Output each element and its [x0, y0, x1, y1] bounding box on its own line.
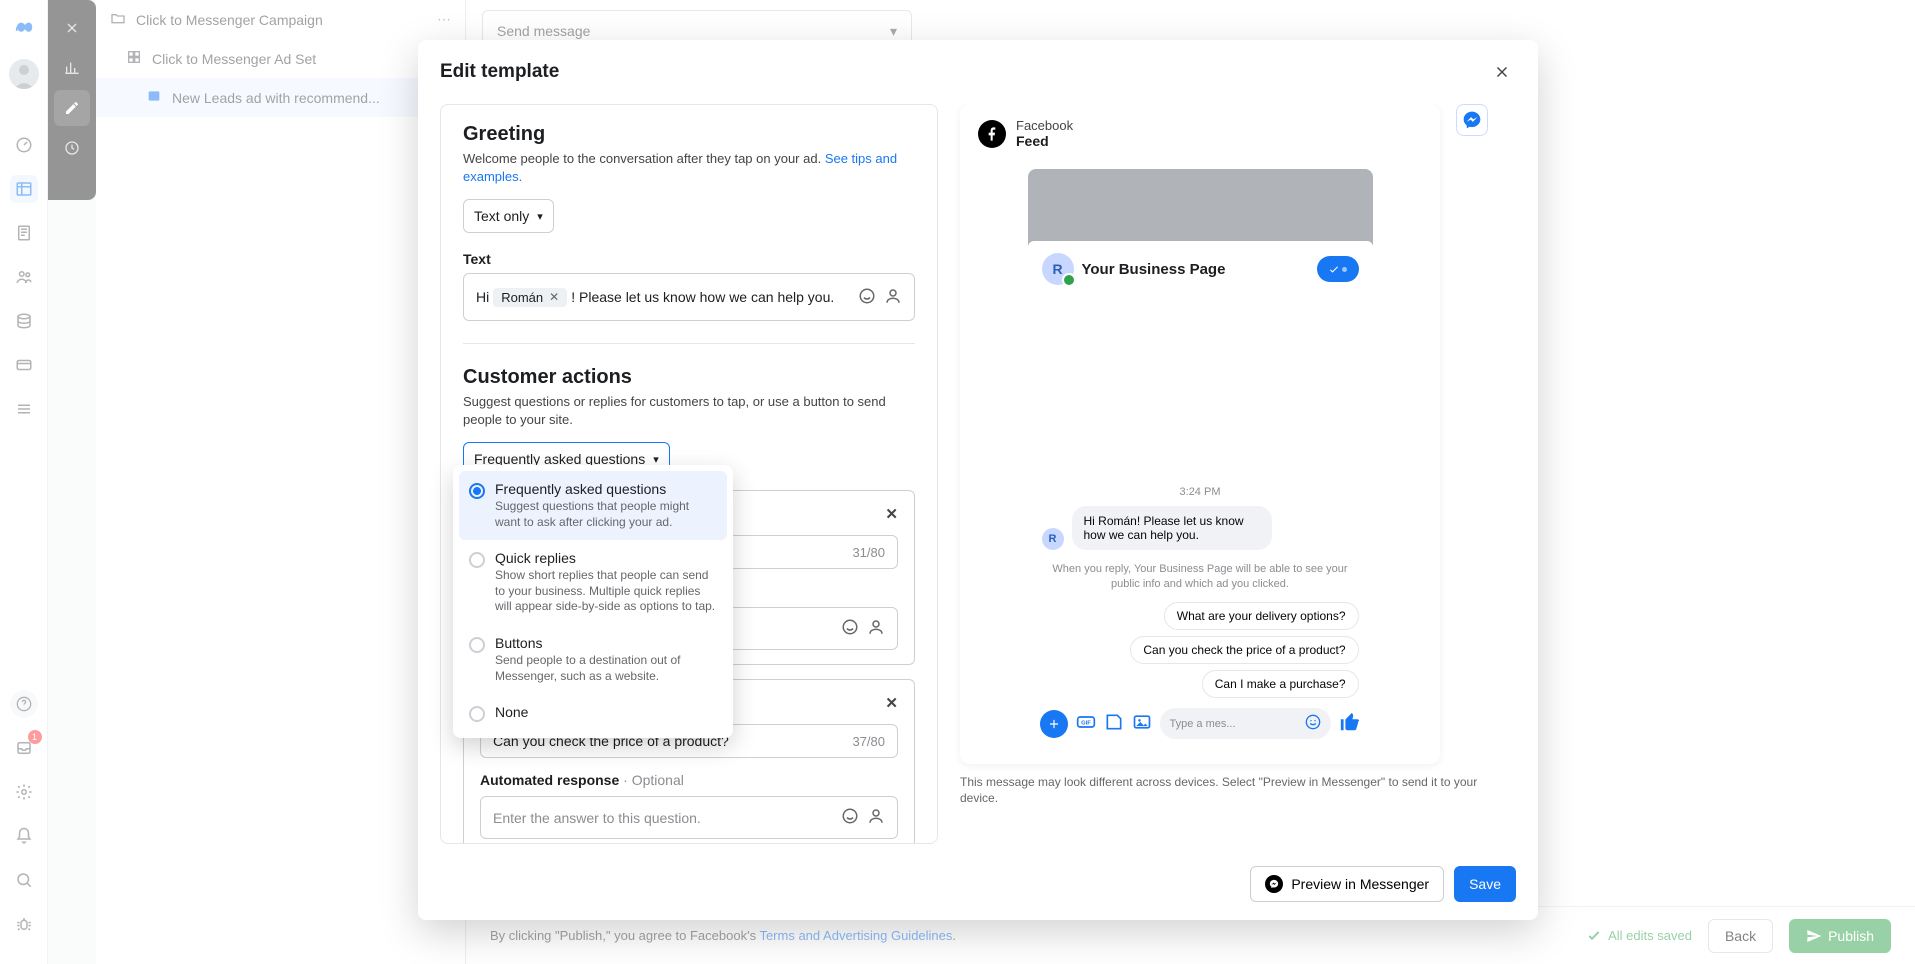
caret-down-icon: ▾	[537, 210, 543, 223]
greeting-text-input[interactable]: Hi Román ✕ ! Please let us know how we c…	[463, 273, 915, 321]
greeting-section: Greeting Welcome people to the conversat…	[463, 123, 915, 321]
svg-text:GIF: GIF	[1081, 721, 1091, 727]
save-button[interactable]: Save	[1454, 866, 1516, 902]
feed-preview-card: Facebook Feed R Your Business Page	[960, 104, 1440, 764]
modal-close-icon[interactable]	[1488, 58, 1516, 86]
name-chip[interactable]: Román ✕	[493, 288, 567, 307]
image-icon	[1132, 712, 1152, 735]
person-icon[interactable]	[867, 807, 885, 828]
plus-icon	[1040, 710, 1068, 738]
qr-option: Can you check the price of a product?	[1130, 636, 1358, 664]
emoji-icon[interactable]	[841, 618, 859, 639]
ar-label: Automated response · Optional	[480, 772, 898, 788]
radio-icon	[469, 552, 485, 568]
actions-desc: Suggest questions or replies for custome…	[463, 393, 915, 428]
quick-replies: What are your delivery options? Can you …	[1028, 602, 1373, 698]
radio-icon	[469, 637, 485, 653]
dropdown-option-quick-replies[interactable]: Quick replies Show short replies that pe…	[459, 540, 727, 625]
radio-icon	[469, 706, 485, 722]
emoji-icon	[1305, 714, 1321, 733]
dropdown-option-buttons[interactable]: Buttons Send people to a destination out…	[459, 625, 727, 694]
greeting-heading: Greeting	[463, 123, 915, 146]
modal-footer: Preview in Messenger Save	[418, 854, 1538, 920]
thumb-icon	[1339, 711, 1361, 736]
dropdown-option-faq[interactable]: Frequently asked questions Suggest quest…	[459, 471, 727, 540]
q-remove-icon[interactable]: ✕	[885, 505, 898, 523]
preview-column: Facebook Feed R Your Business Page	[938, 104, 1516, 844]
gif-icon: GIF	[1076, 712, 1096, 735]
messenger-channel-icon[interactable]	[1456, 104, 1488, 136]
page-name: Your Business Page	[1082, 261, 1226, 278]
page-avatar: R	[1042, 253, 1074, 285]
qr-option: What are your delivery options?	[1164, 602, 1359, 630]
sticker-icon	[1104, 712, 1124, 735]
emoji-icon[interactable]	[841, 807, 859, 828]
q-remove-icon[interactable]: ✕	[885, 694, 898, 712]
preview-feed: Feed	[1016, 133, 1073, 149]
preview-note: This message may look different across d…	[960, 774, 1480, 806]
qr-option: Can I make a purchase?	[1202, 670, 1359, 698]
greeting-bubble: R Hi Román! Please let us know how we ca…	[1028, 506, 1373, 558]
emoji-icon[interactable]	[858, 287, 876, 308]
modal-title: Edit template	[440, 61, 559, 83]
messenger-icon	[1265, 875, 1283, 893]
phone-frame: R Your Business Page 3:24 PM	[1028, 169, 1373, 749]
chip-remove-icon[interactable]: ✕	[549, 290, 559, 304]
facebook-logo-icon	[978, 120, 1006, 148]
actions-type-dropdown: Frequently asked questions Suggest quest…	[453, 465, 733, 738]
preview-in-messenger-button[interactable]: Preview in Messenger	[1250, 866, 1444, 902]
messenger-action-icon	[1317, 256, 1359, 282]
privacy-disclaimer: When you reply, Your Business Page will …	[1028, 558, 1373, 602]
radio-icon	[469, 483, 485, 499]
chat-input-bar: GIF Type a mes...	[1028, 698, 1373, 749]
person-icon[interactable]	[884, 287, 902, 308]
message-field: Type a mes...	[1160, 708, 1331, 739]
actions-heading: Customer actions	[463, 366, 915, 389]
char-count: 37/80	[852, 734, 885, 749]
char-count: 31/80	[852, 545, 885, 560]
caret-down-icon: ▾	[653, 453, 659, 466]
preview-brand: Facebook	[1016, 118, 1073, 133]
dropdown-option-none[interactable]: None	[459, 694, 727, 732]
timestamp: 3:24 PM	[1028, 486, 1373, 498]
ar-input[interactable]: Enter the answer to this question.	[480, 796, 898, 839]
greeting-format-select[interactable]: Text only ▾	[463, 199, 554, 233]
greeting-desc: Welcome people to the conversation after…	[463, 150, 915, 185]
person-icon[interactable]	[867, 618, 885, 639]
chat-header: R Your Business Page	[1028, 241, 1373, 297]
text-label: Text	[463, 251, 915, 267]
